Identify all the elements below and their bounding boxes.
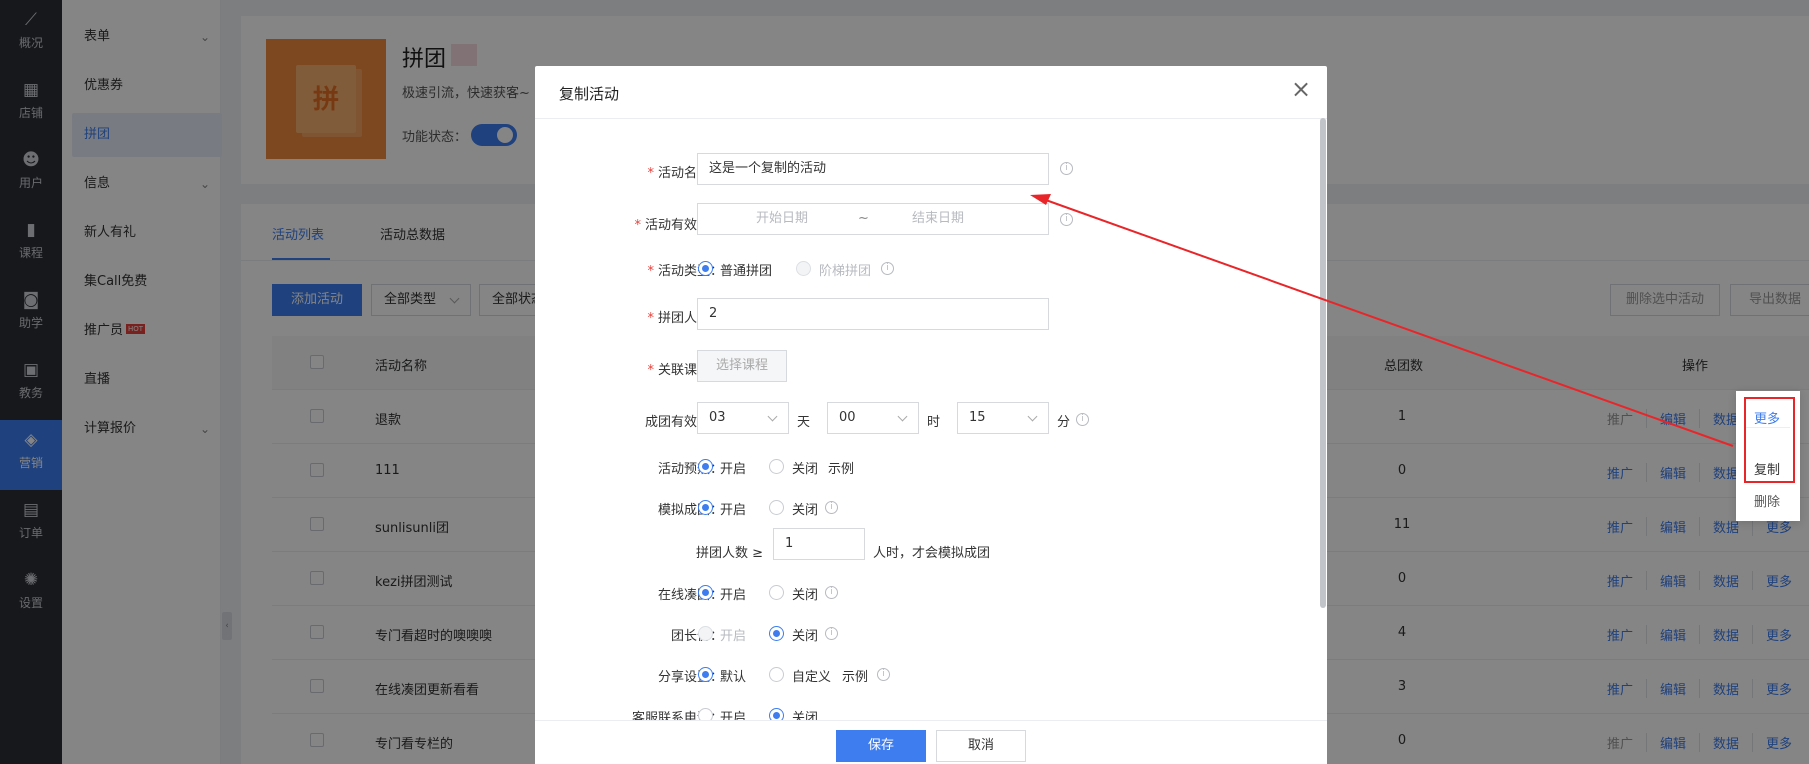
annotation-arrow-icon (1030, 194, 1734, 447)
